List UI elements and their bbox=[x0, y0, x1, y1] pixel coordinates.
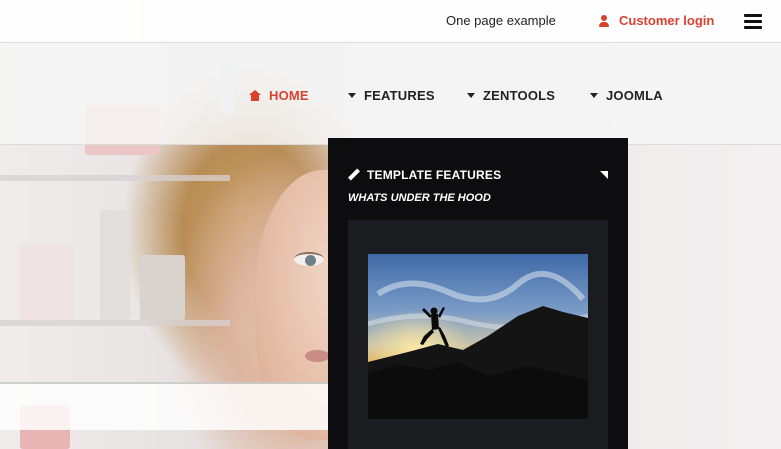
feature-card bbox=[348, 220, 608, 449]
background-shelf bbox=[0, 175, 230, 181]
nav-item-home[interactable]: HOME bbox=[249, 88, 309, 103]
caret-down-icon bbox=[348, 93, 356, 98]
slide-caption-strip bbox=[0, 382, 328, 430]
home-icon bbox=[249, 90, 261, 101]
main-navigation: HOME FEATURES ZENTOOLS JOOMLA bbox=[0, 43, 781, 145]
hero-person-lips bbox=[305, 350, 330, 362]
nav-item-label: ZENTOOLS bbox=[483, 88, 556, 103]
customer-login-link[interactable]: Customer login bbox=[598, 13, 714, 28]
feature-image[interactable] bbox=[368, 254, 588, 419]
pencil-icon bbox=[348, 169, 360, 181]
nav-item-joomla[interactable]: JOOMLA bbox=[590, 88, 663, 103]
corner-arrow-icon bbox=[600, 171, 608, 179]
background-bottle bbox=[100, 210, 130, 320]
one-page-example-link[interactable]: One page example bbox=[446, 13, 556, 28]
background-shelf bbox=[0, 320, 230, 326]
features-dropdown-panel: TEMPLATE FEATURES WHATS UNDER THE HOOD bbox=[328, 138, 628, 449]
customer-login-label: Customer login bbox=[619, 13, 715, 28]
hero-person-eye bbox=[294, 252, 324, 266]
nav-item-zentools[interactable]: ZENTOOLS bbox=[467, 88, 555, 103]
dropdown-subtitle: WHATS UNDER THE HOOD bbox=[348, 192, 491, 204]
background-bottle bbox=[20, 245, 75, 320]
nav-item-features[interactable]: FEATURES bbox=[348, 88, 435, 103]
dropdown-title[interactable]: TEMPLATE FEATURES bbox=[348, 168, 501, 182]
background-bottle bbox=[140, 255, 185, 320]
nav-item-label: JOOMLA bbox=[606, 88, 663, 103]
nav-item-label: FEATURES bbox=[364, 88, 435, 103]
nav-item-label: HOME bbox=[269, 88, 309, 103]
caret-down-icon bbox=[590, 93, 598, 98]
user-icon bbox=[598, 14, 610, 27]
top-bar: One page example Customer login bbox=[0, 0, 781, 43]
caret-down-icon bbox=[467, 93, 475, 98]
dropdown-title-label: TEMPLATE FEATURES bbox=[367, 168, 502, 182]
hamburger-icon[interactable] bbox=[744, 14, 762, 30]
